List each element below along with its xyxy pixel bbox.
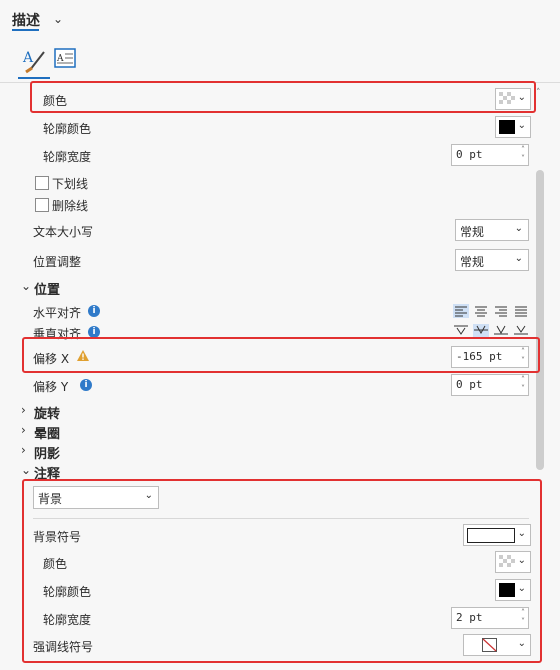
chevron-down-icon: ⌄ (514, 223, 523, 234)
spinner-arrows-icon[interactable]: ˄ ˅ (521, 145, 525, 163)
black-swatch-icon (499, 120, 515, 134)
strikethrough-label: 删除线 (52, 199, 89, 213)
outline-color-swatch[interactable]: ⌄ (495, 116, 531, 138)
text-symbol-tab-icon[interactable]: A (20, 46, 48, 74)
chevron-down-icon: ⌄ (517, 120, 526, 131)
expand-chevron-right-icon[interactable]: › (21, 443, 26, 457)
underline-checkbox[interactable] (35, 176, 49, 190)
valign-baseline-icon[interactable] (493, 324, 509, 338)
active-tab-indicator (18, 77, 50, 79)
title-chevron-down-icon[interactable]: ⌄ (53, 12, 63, 26)
expand-chevron-icon[interactable]: ⌄ (21, 279, 31, 293)
align-left-icon[interactable] (453, 304, 469, 318)
halo-section-title[interactable]: 晕圈 (34, 423, 60, 442)
offset-y-spinner[interactable]: 0 pt ˄ ˅ (451, 374, 529, 396)
info-icon[interactable]: i (80, 379, 92, 391)
spinner-arrows-icon[interactable]: ˄ ˅ (521, 375, 525, 393)
offset-y-label: 偏移 Y (33, 380, 69, 394)
position-section-title[interactable]: 位置 (34, 279, 60, 298)
expand-chevron-right-icon[interactable]: › (21, 423, 26, 437)
scrollbar-thumb[interactable] (536, 170, 544, 470)
valign-top-icon[interactable] (453, 324, 469, 338)
align-center-icon[interactable] (473, 304, 489, 318)
offset-y-value[interactable]: 0 pt (456, 378, 483, 391)
pane-title: 描述 (12, 13, 40, 29)
text-frame-tab-icon[interactable]: A (54, 48, 82, 76)
outline-width-label: 轮廓宽度 (43, 150, 92, 164)
rotation-section-title[interactable]: 旋转 (34, 403, 60, 422)
highlight-offset-x-row (22, 337, 540, 373)
expand-chevron-right-icon[interactable]: › (21, 403, 26, 417)
position-adjust-select[interactable]: 常规 ⌄ (455, 249, 529, 271)
strikethrough-checkbox[interactable] (35, 198, 49, 212)
outline-width-spinner[interactable]: 0 pt ˄ ˅ (451, 144, 529, 166)
align-justify-icon[interactable] (513, 304, 529, 318)
highlight-callout-section (22, 479, 542, 663)
highlight-color-row (30, 81, 536, 113)
position-adjust-label: 位置调整 (33, 255, 82, 269)
valign-center-icon[interactable] (473, 324, 489, 338)
text-case-value: 常规 (460, 225, 485, 239)
position-adjust-value: 常规 (460, 255, 485, 269)
chevron-down-icon: ⌄ (514, 253, 523, 264)
info-icon[interactable]: i (88, 305, 100, 317)
shadow-section-title[interactable]: 阴影 (34, 443, 60, 462)
align-right-icon[interactable] (493, 304, 509, 318)
underline-label: 下划线 (52, 177, 89, 191)
pane-title-underline (12, 29, 39, 31)
h-align-label: 水平对齐 (33, 306, 82, 320)
outline-color-label: 轮廓颜色 (43, 122, 92, 136)
scroll-up-icon[interactable]: ˄ (536, 88, 541, 98)
outline-width-value[interactable]: 0 pt (456, 148, 483, 161)
valign-bottom-icon[interactable] (513, 324, 529, 338)
text-case-label: 文本大小写 (33, 225, 94, 239)
svg-text:A: A (22, 50, 34, 66)
text-case-select[interactable]: 常规 ⌄ (455, 219, 529, 241)
expand-chevron-icon[interactable]: ⌄ (21, 463, 31, 477)
